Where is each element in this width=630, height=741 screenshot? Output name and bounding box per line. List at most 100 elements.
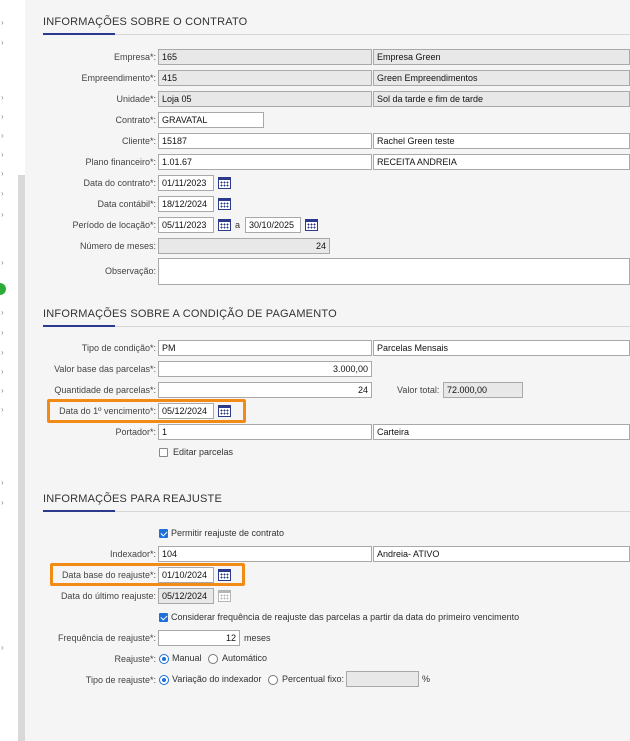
- reajuste-automatico-radio[interactable]: [208, 654, 218, 664]
- periodo-start-field[interactable]: 05/11/2023: [158, 217, 214, 233]
- tipo-reajuste-label: Tipo de reajuste*:: [85, 675, 156, 685]
- chevron-right-icon[interactable]: ›: [1, 367, 9, 377]
- percentual-fixo-radio[interactable]: [268, 675, 278, 685]
- portador-label: Portador*:: [115, 427, 156, 437]
- chevron-right-icon[interactable]: ›: [1, 643, 9, 653]
- calendar-icon[interactable]: [218, 569, 231, 581]
- chevron-right-icon[interactable]: ›: [1, 328, 9, 338]
- indexador-name-field[interactable]: Andreia- ATIVO: [373, 546, 630, 562]
- indexador-code-field[interactable]: 104: [158, 546, 372, 562]
- section-title-readjust: INFORMAÇÕES PARA REAJUSTE: [43, 493, 222, 505]
- empresa-name-field[interactable]: Empresa Green: [373, 49, 630, 65]
- meses-label: Número de meses:: [79, 241, 156, 251]
- form-content: INFORMAÇÕES SOBRE O CONTRATO Empresa*: 1…: [25, 0, 630, 741]
- periodo-end-field[interactable]: 30/10/2025: [245, 217, 301, 233]
- chevron-right-icon[interactable]: ›: [1, 258, 9, 268]
- chevron-right-icon[interactable]: ›: [1, 498, 9, 508]
- unidade-label: Unidade*:: [116, 94, 156, 104]
- status-dot[interactable]: [0, 283, 6, 295]
- plano-label: Plano financeiro*:: [85, 157, 156, 167]
- ultimo-reajuste-label: Data do último reajuste:: [60, 591, 156, 601]
- empreendimento-label: Empreendimento*:: [81, 73, 156, 83]
- chevron-right-icon[interactable]: ›: [1, 348, 9, 358]
- reajuste-manual-label: Manual: [172, 653, 202, 663]
- section-title-contract: INFORMAÇÕES SOBRE O CONTRATO: [43, 16, 248, 28]
- plano-name-field[interactable]: RECEITA ANDREIA: [373, 154, 630, 170]
- section-divider: [43, 33, 630, 35]
- data-base-label: Data base do reajuste*:: [61, 570, 156, 580]
- valor-total-field[interactable]: 72.000,00: [443, 382, 523, 398]
- data-contabil-label: Data contábil*:: [97, 199, 156, 209]
- considerar-frequencia-label: Considerar frequência de reajuste das pa…: [171, 612, 520, 622]
- data-base-field[interactable]: 01/10/2024: [158, 567, 214, 583]
- chevron-right-icon[interactable]: ›: [1, 38, 9, 48]
- unidade-name-field[interactable]: Sol da tarde e fim de tarde: [373, 91, 630, 107]
- periodo-separator: a: [235, 220, 241, 230]
- permitir-reajuste-label: Permitir reajuste de contrato: [171, 528, 285, 538]
- data-contrato-label: Data do contrato*:: [83, 178, 156, 188]
- variacao-indexador-radio[interactable]: [159, 675, 169, 685]
- chevron-right-icon[interactable]: ›: [1, 112, 9, 122]
- indexador-label: Indexador*:: [109, 549, 156, 559]
- chevron-right-icon[interactable]: ›: [1, 131, 9, 141]
- chevron-right-icon[interactable]: ›: [1, 18, 9, 28]
- unidade-code-field[interactable]: Loja 05: [158, 91, 372, 107]
- calendar-icon[interactable]: [218, 405, 231, 417]
- contrato-label: Contrato*:: [115, 115, 156, 125]
- chevron-right-icon[interactable]: ›: [1, 210, 9, 220]
- observacao-field[interactable]: [158, 258, 630, 285]
- cliente-name-field[interactable]: Rachel Green teste: [373, 133, 630, 149]
- permitir-reajuste-checkbox[interactable]: [159, 529, 168, 538]
- chevron-right-icon[interactable]: ›: [1, 189, 9, 199]
- percentual-fixo-label: Percentual fixo:: [282, 674, 345, 684]
- portador-name-field[interactable]: Carteira: [373, 424, 630, 440]
- calendar-icon[interactable]: [218, 198, 231, 210]
- tipo-condicao-name-field[interactable]: Parcelas Mensais: [373, 340, 630, 356]
- tipo-condicao-code-field[interactable]: PM: [158, 340, 372, 356]
- chevron-right-icon[interactable]: ›: [1, 150, 9, 160]
- chevron-right-icon[interactable]: ›: [1, 386, 9, 396]
- valor-base-field[interactable]: 3.000,00: [158, 361, 372, 377]
- variacao-indexador-label: Variação do indexador: [172, 674, 262, 684]
- primeiro-vencimento-field[interactable]: 05/12/2024: [158, 403, 214, 419]
- left-nav-strip: › › › › › › › › › › › › › › › › › › ›: [0, 0, 18, 741]
- quantidade-field[interactable]: 24: [158, 382, 372, 398]
- frequencia-unit: meses: [244, 633, 271, 643]
- considerar-frequencia-checkbox[interactable]: [159, 613, 168, 622]
- empreendimento-code-field[interactable]: 415: [158, 70, 372, 86]
- frequencia-label: Frequência de reajuste*:: [57, 633, 156, 643]
- calendar-icon[interactable]: [218, 177, 231, 189]
- percentual-fixo-field[interactable]: [346, 671, 419, 687]
- primeiro-vencimento-label: Data do 1º vencimento*:: [59, 406, 156, 416]
- valor-base-label: Valor base das parcelas*:: [54, 364, 156, 374]
- reajuste-manual-radio[interactable]: [159, 654, 169, 664]
- empreendimento-name-field[interactable]: Green Empreendimentos: [373, 70, 630, 86]
- plano-code-field[interactable]: 1.01.67: [158, 154, 372, 170]
- chevron-right-icon[interactable]: ›: [1, 405, 9, 415]
- contrato-field[interactable]: GRAVATAL: [158, 112, 264, 128]
- meses-field[interactable]: 24: [158, 238, 330, 254]
- calendar-icon[interactable]: [305, 219, 318, 231]
- chevron-right-icon[interactable]: ›: [1, 478, 9, 488]
- empresa-code-field[interactable]: 165: [158, 49, 372, 65]
- chevron-right-icon[interactable]: ›: [1, 308, 9, 318]
- cliente-code-field[interactable]: 15187: [158, 133, 372, 149]
- observacao-label: Observação:: [104, 266, 156, 276]
- data-contrato-field[interactable]: 01/11/2023: [158, 175, 214, 191]
- scrollbar[interactable]: [18, 175, 25, 741]
- data-contabil-field[interactable]: 18/12/2024: [158, 196, 214, 212]
- editar-parcelas-checkbox[interactable]: [159, 448, 168, 457]
- quantidade-label: Quantidade de parcelas*:: [54, 385, 156, 395]
- chevron-right-icon[interactable]: ›: [1, 169, 9, 179]
- tipo-condicao-label: Tipo de condição*:: [81, 343, 156, 353]
- chevron-right-icon[interactable]: ›: [1, 93, 9, 103]
- calendar-icon[interactable]: [218, 219, 231, 231]
- periodo-label: Período de locação*:: [72, 220, 156, 230]
- cliente-label: Cliente*:: [121, 136, 156, 146]
- frequencia-field[interactable]: 12: [158, 630, 240, 646]
- ultimo-reajuste-field[interactable]: 05/12/2024: [158, 588, 214, 604]
- valor-total-label: Valor total:: [397, 385, 440, 395]
- calendar-icon: [218, 590, 231, 602]
- portador-code-field[interactable]: 1: [158, 424, 372, 440]
- empresa-label: Empresa*:: [113, 52, 156, 62]
